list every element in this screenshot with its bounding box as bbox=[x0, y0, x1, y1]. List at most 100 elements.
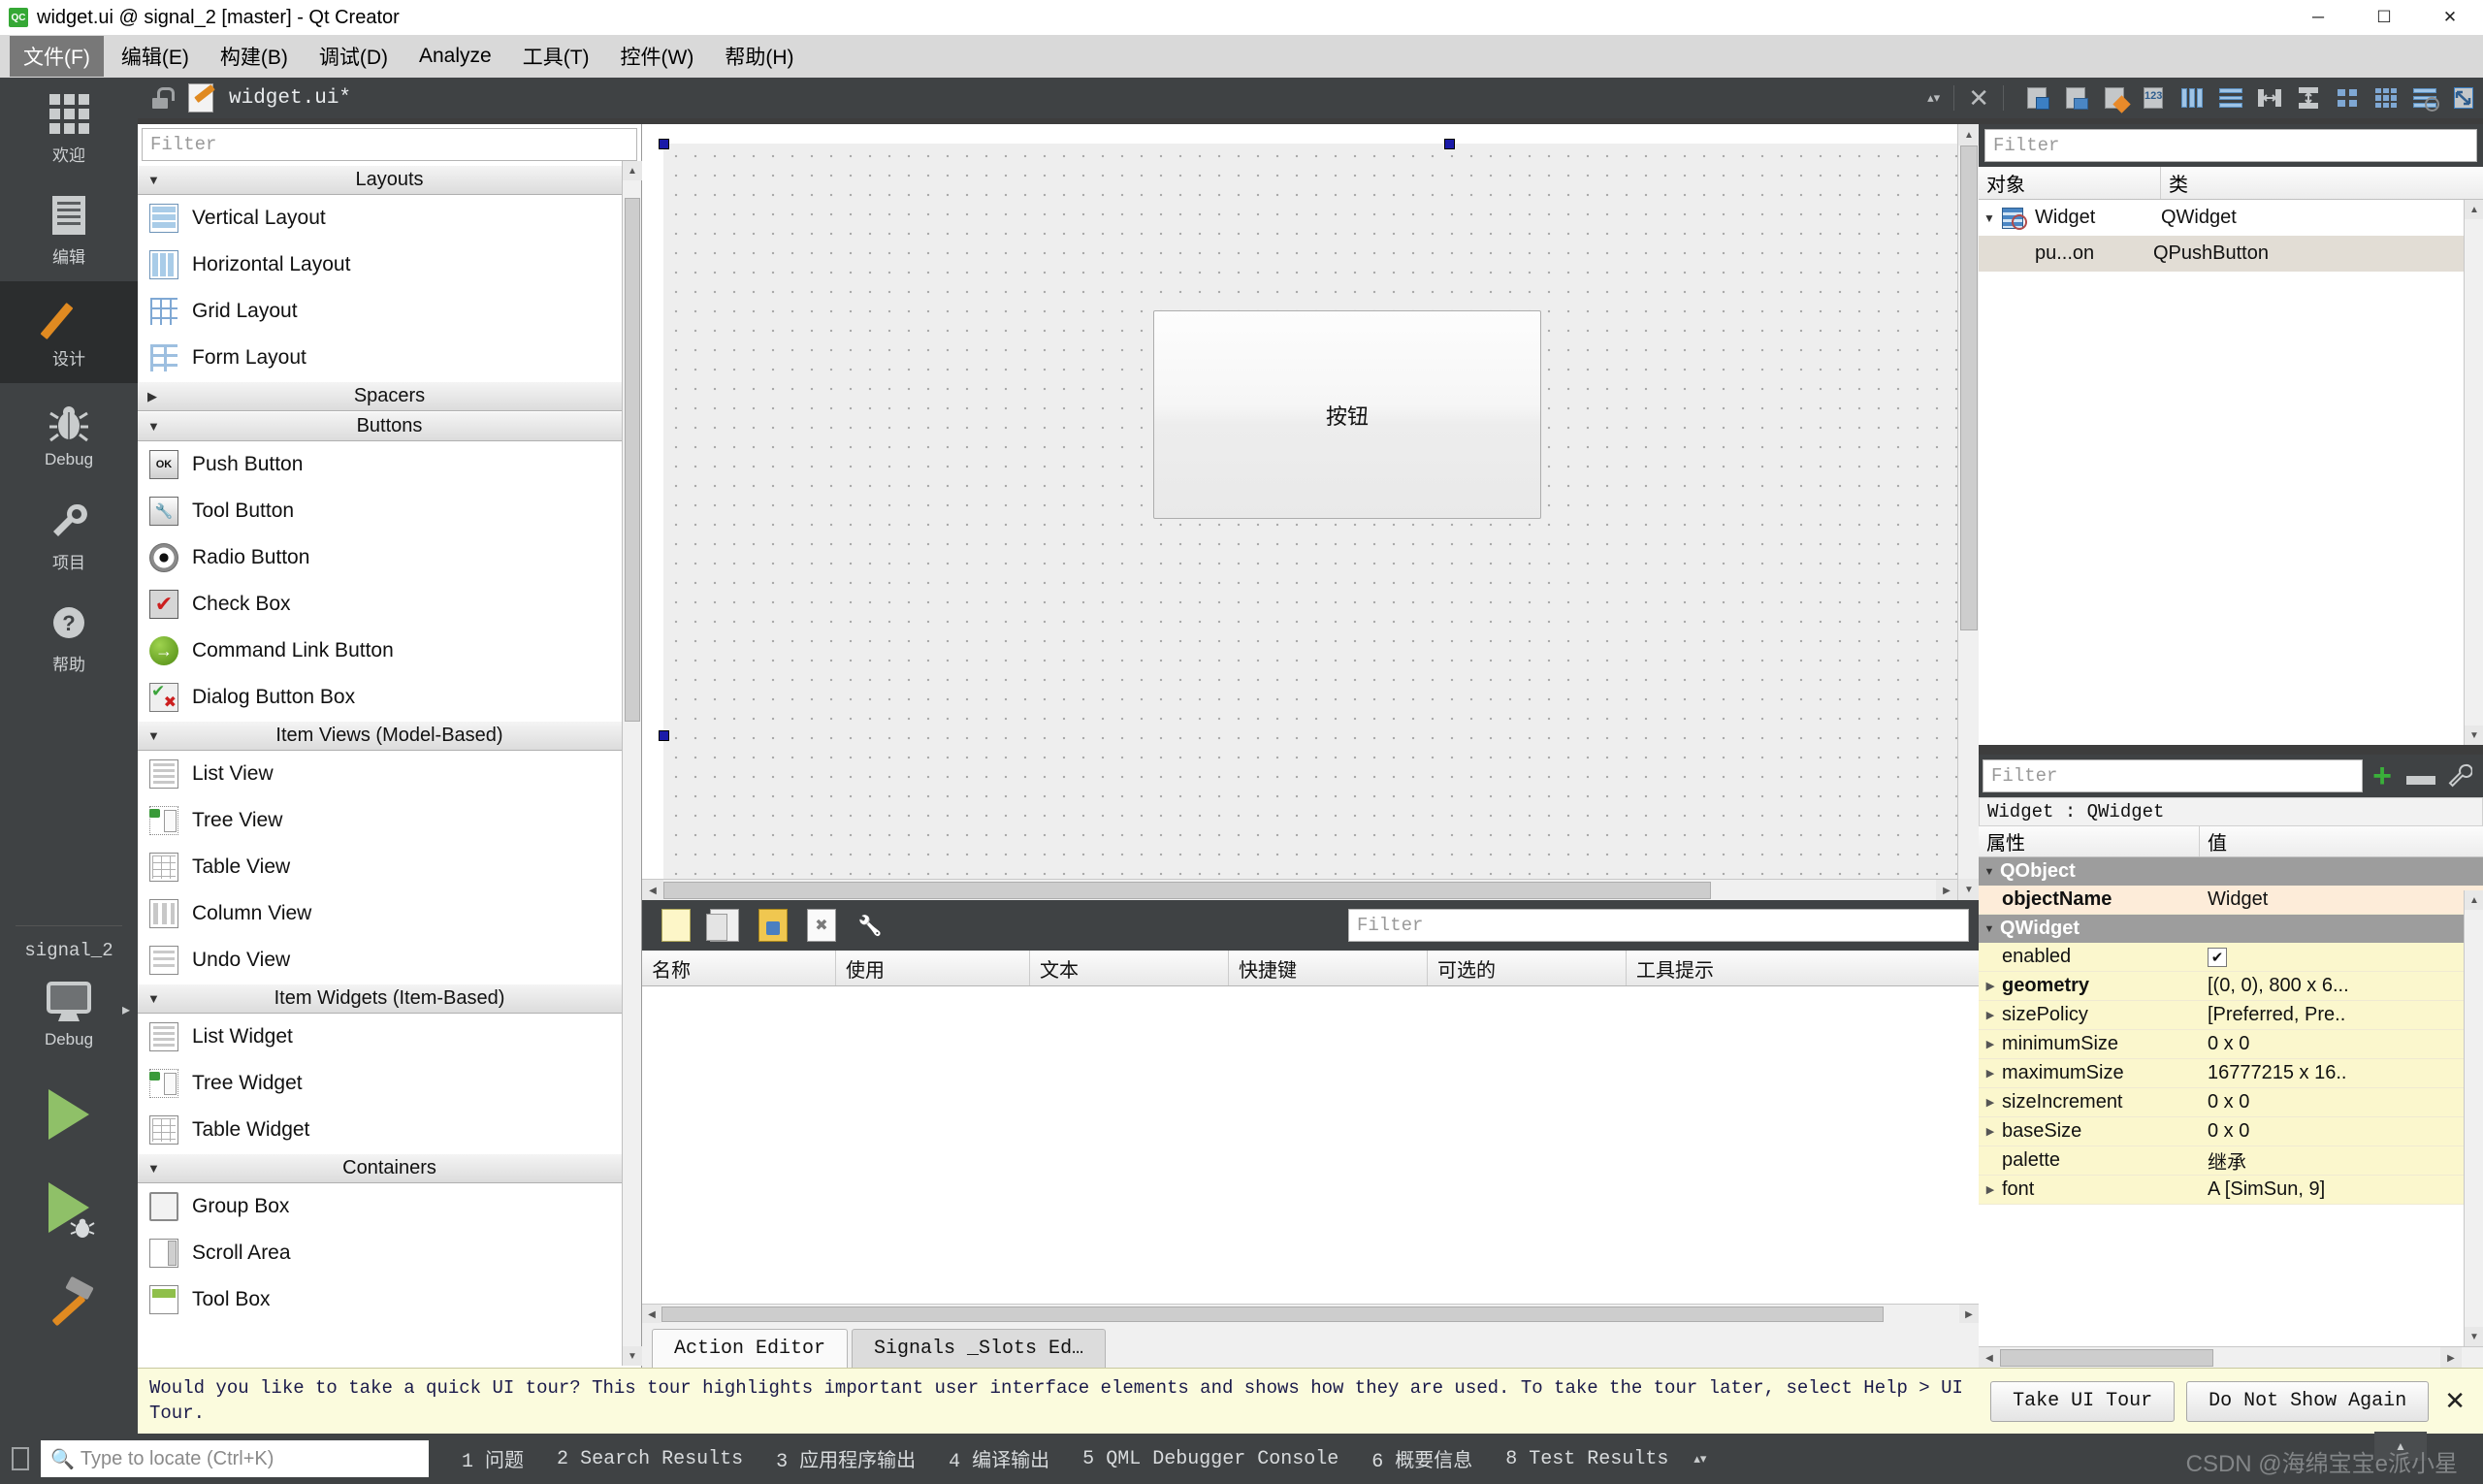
category-item-views[interactable]: ▼ Item Views (Model-Based) bbox=[138, 721, 641, 751]
widget-item-list-view[interactable]: List View bbox=[138, 751, 641, 797]
kit-selector[interactable]: Debug ▸ bbox=[0, 961, 138, 1068]
object-inspector-filter[interactable]: Filter bbox=[1984, 129, 2477, 162]
selection-handle-bottom-left[interactable] bbox=[659, 730, 669, 741]
scroll-left-icon[interactable]: ◀ bbox=[642, 1305, 661, 1324]
property-row-basesize[interactable]: ▶ baseSize 0 x 0 bbox=[1979, 1117, 2483, 1146]
output-pane-1[interactable]: 1 问题 bbox=[462, 1444, 524, 1473]
property-row-geometry[interactable]: ▶ geometry [(0, 0), 800 x 6... bbox=[1979, 972, 2483, 1001]
debug-button[interactable] bbox=[0, 1161, 138, 1254]
enabled-checkbox[interactable]: ✔ bbox=[2208, 947, 2227, 967]
scroll-right-icon[interactable]: ▶ bbox=[2440, 1347, 2462, 1369]
scroll-down-icon[interactable]: ▼ bbox=[2465, 726, 2483, 745]
property-value[interactable]: A [SimSun, 9] bbox=[2200, 1178, 2483, 1201]
property-value[interactable]: [Preferred, Pre.. bbox=[2200, 1004, 2483, 1026]
take-ui-tour-button[interactable]: Take UI Tour bbox=[1990, 1380, 2176, 1422]
selection-handle-top-right[interactable] bbox=[1444, 139, 1455, 149]
scroll-left-icon[interactable]: ◀ bbox=[1979, 1347, 2000, 1369]
scrollbar-thumb[interactable] bbox=[661, 1307, 1884, 1322]
object-inspector-scrollbar[interactable]: ▲ ▼ bbox=[2464, 200, 2483, 745]
chevron-right-icon[interactable]: ▸ bbox=[122, 1000, 130, 1019]
widget-item-tree-view[interactable]: Tree View bbox=[138, 797, 641, 844]
widget-item-scroll-area[interactable]: Scroll Area bbox=[138, 1230, 641, 1276]
menu-help[interactable]: 帮助(H) bbox=[711, 36, 807, 77]
object-row-widget[interactable]: ▼ Widget QWidget bbox=[1979, 200, 2483, 236]
output-pane-4[interactable]: 4 编译输出 bbox=[949, 1444, 1049, 1473]
selection-handle-top-left[interactable] bbox=[659, 139, 669, 149]
do-not-show-again-button[interactable]: Do Not Show Again bbox=[2186, 1380, 2430, 1422]
run-button[interactable] bbox=[0, 1068, 138, 1161]
lock-open-icon[interactable] bbox=[149, 87, 175, 109]
property-value[interactable]: 16777215 x 16.. bbox=[2200, 1062, 2483, 1084]
mode-help[interactable]: ? 帮助 bbox=[0, 587, 138, 689]
edit-tab-order-icon[interactable]: 123 bbox=[2140, 85, 2167, 111]
widget-item-list-widget[interactable]: List Widget bbox=[138, 1014, 641, 1060]
column-property[interactable]: 属性 bbox=[1979, 826, 2200, 856]
push-button-widget[interactable]: 按钮 bbox=[1153, 310, 1541, 519]
widget-item-push-button[interactable]: OK Push Button bbox=[138, 441, 641, 488]
widget-item-horizontal-layout[interactable]: Horizontal Layout bbox=[138, 242, 641, 288]
form-widget[interactable]: 按钮 bbox=[659, 139, 1957, 879]
delete-icon[interactable] bbox=[807, 909, 836, 942]
category-containers[interactable]: ▼ Containers bbox=[138, 1153, 641, 1183]
output-pane-8[interactable]: 8 Test Results bbox=[1505, 1448, 1668, 1470]
column-shortcut[interactable]: 快捷键 bbox=[1229, 951, 1428, 985]
scroll-up-icon[interactable]: ▲ bbox=[2465, 890, 2483, 910]
scroll-right-icon[interactable]: ▶ bbox=[1936, 880, 1957, 901]
category-item-widgets[interactable]: ▼ Item Widgets (Item-Based) bbox=[138, 984, 641, 1014]
column-object[interactable]: 对象 bbox=[1979, 167, 2161, 199]
mode-welcome[interactable]: 欢迎 bbox=[0, 78, 138, 179]
tab-action-editor[interactable]: Action Editor bbox=[652, 1329, 849, 1368]
widget-item-command-link-button[interactable]: Command Link Button bbox=[138, 628, 641, 674]
scrollbar-thumb[interactable] bbox=[663, 882, 1711, 899]
edit-widgets-icon[interactable] bbox=[2023, 85, 2050, 111]
widget-item-form-layout[interactable]: Form Layout bbox=[138, 335, 641, 381]
scroll-down-icon[interactable]: ▼ bbox=[623, 1346, 642, 1366]
layout-horizontally-icon[interactable] bbox=[2178, 85, 2206, 111]
action-editor-filter[interactable]: Filter bbox=[1348, 909, 1969, 942]
scroll-right-icon[interactable]: ▶ bbox=[1959, 1305, 1979, 1324]
property-row-font[interactable]: ▶ font A [SimSun, 9] bbox=[1979, 1176, 2483, 1205]
widget-item-check-box[interactable]: Check Box bbox=[138, 581, 641, 628]
menu-debug[interactable]: 调试(D) bbox=[306, 36, 402, 77]
category-buttons[interactable]: ▼ Buttons bbox=[138, 411, 641, 441]
scroll-up-icon[interactable]: ▲ bbox=[2465, 200, 2483, 219]
property-row-objectname[interactable]: objectName Widget bbox=[1979, 886, 2483, 915]
widget-item-radio-button[interactable]: Radio Button bbox=[138, 534, 641, 581]
property-row-sizeincrement[interactable]: ▶ sizeIncrement 0 x 0 bbox=[1979, 1088, 2483, 1117]
chevron-right-icon[interactable]: ▶ bbox=[1979, 1096, 2002, 1109]
scrollbar-thumb[interactable] bbox=[2000, 1349, 2213, 1367]
paste-icon[interactable] bbox=[758, 909, 788, 942]
column-value[interactable]: 值 bbox=[2200, 826, 2483, 856]
maximize-button[interactable]: ☐ bbox=[2351, 0, 2417, 35]
mode-debug[interactable]: Debug bbox=[0, 383, 138, 485]
locator-input[interactable]: 🔍 Type to locate (Ctrl+K) bbox=[41, 1440, 429, 1477]
configure-icon[interactable] bbox=[855, 909, 885, 942]
output-pane-3[interactable]: 3 应用程序输出 bbox=[776, 1444, 916, 1473]
open-file-name[interactable]: widget.ui* bbox=[229, 87, 351, 110]
property-row-palette[interactable]: palette 继承 bbox=[1979, 1146, 2483, 1176]
layout-grid-icon[interactable] bbox=[2372, 85, 2400, 111]
edit-signals-slots-icon[interactable] bbox=[2062, 85, 2089, 111]
canvas-horizontal-scrollbar[interactable]: ◀ ▶ bbox=[642, 879, 1957, 901]
property-value[interactable]: 0 x 0 bbox=[2200, 1120, 2483, 1143]
widget-item-table-widget[interactable]: Table Widget bbox=[138, 1107, 641, 1153]
widget-box-filter[interactable]: Filter bbox=[142, 128, 637, 161]
chevron-right-icon[interactable]: ▶ bbox=[1979, 980, 2002, 992]
menu-edit[interactable]: 编辑(E) bbox=[108, 36, 203, 77]
column-class[interactable]: 类 bbox=[2161, 167, 2483, 199]
sidebar-toggle-icon[interactable] bbox=[12, 1447, 29, 1470]
build-button[interactable] bbox=[0, 1254, 138, 1347]
column-used[interactable]: 使用 bbox=[836, 951, 1030, 985]
widget-item-vertical-layout[interactable]: Vertical Layout bbox=[138, 195, 641, 242]
widget-box-scrollbar[interactable]: ▲ ▼ bbox=[622, 161, 642, 1366]
new-action-icon[interactable] bbox=[661, 909, 691, 942]
property-value[interactable]: 继承 bbox=[2200, 1146, 2483, 1175]
remove-property-button[interactable]: ▬ bbox=[2402, 757, 2440, 795]
scroll-up-icon[interactable]: ▲ bbox=[623, 161, 642, 180]
chevron-down-icon[interactable]: ▼ bbox=[1979, 211, 2000, 225]
mode-design[interactable]: 设计 bbox=[0, 281, 138, 383]
object-row-pushbutton[interactable]: pu...on QPushButton bbox=[1979, 236, 2483, 272]
menu-analyze[interactable]: Analyze bbox=[405, 39, 505, 74]
chevron-right-icon[interactable]: ▶ bbox=[1979, 1009, 2002, 1021]
file-spinner[interactable]: ▴▾ bbox=[1927, 91, 1940, 104]
